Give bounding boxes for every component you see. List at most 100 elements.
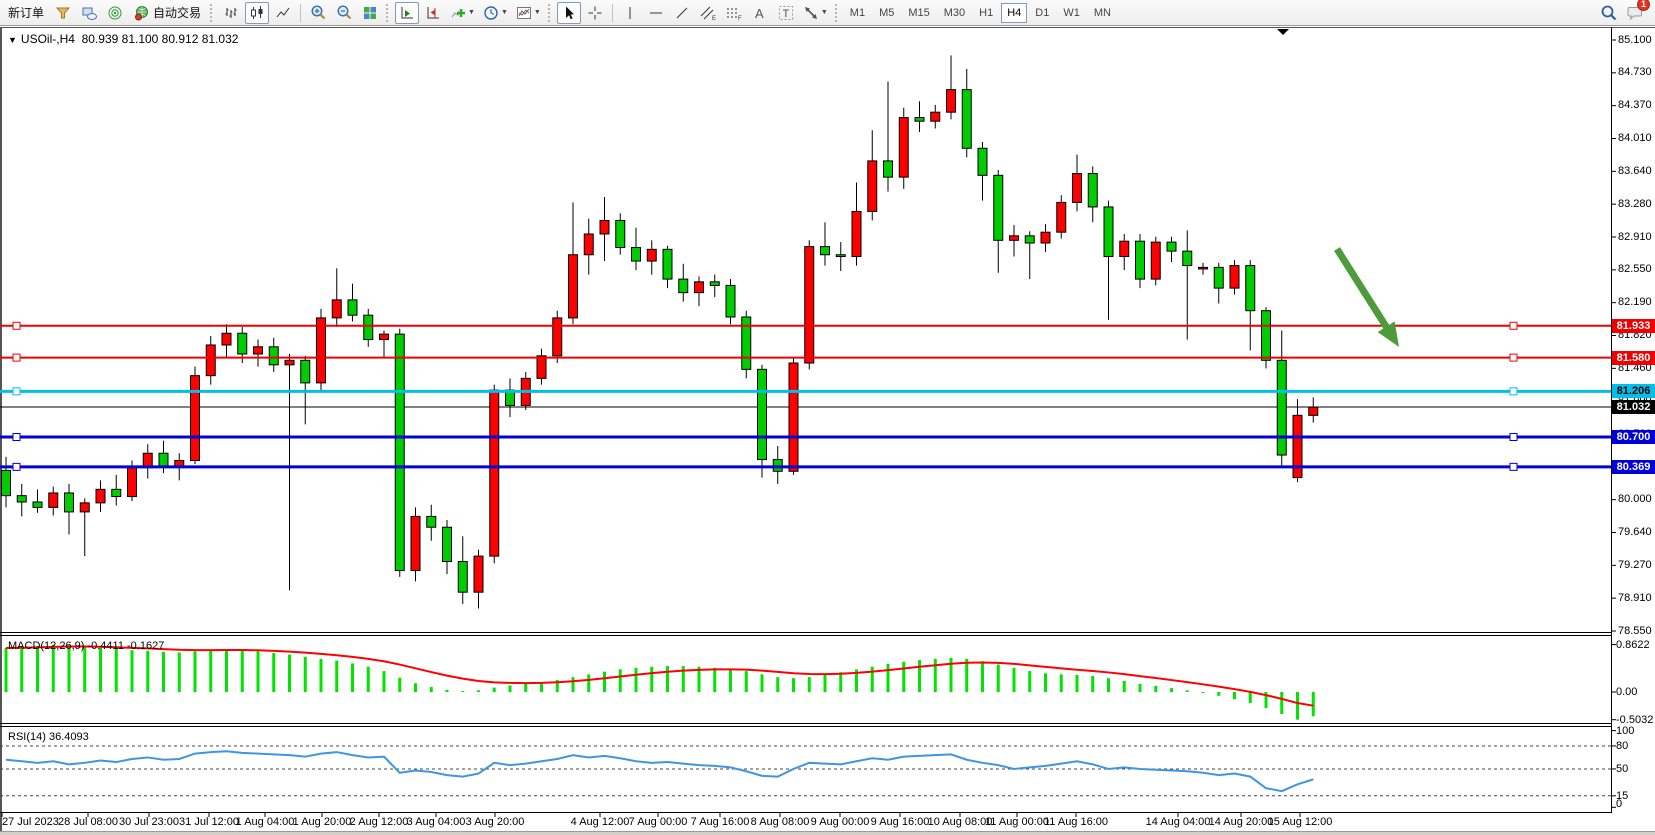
candle-body — [553, 318, 562, 356]
candle-body — [1120, 241, 1129, 256]
candle-body — [285, 360, 294, 365]
candle-body — [301, 360, 310, 383]
funnel-icon — [55, 5, 71, 21]
search-icon — [1600, 4, 1618, 22]
history-center-icon[interactable] — [51, 2, 75, 24]
candle-body — [364, 315, 373, 339]
bar-chart-icon — [223, 5, 239, 21]
timeframe-button-M30[interactable]: M30 — [938, 3, 971, 23]
price-axis-label: 84.730 — [1618, 66, 1652, 78]
candle-body — [931, 112, 940, 121]
candle-body — [222, 333, 231, 345]
period-button[interactable]: ▼ — [480, 2, 511, 24]
bar-chart-button[interactable] — [219, 2, 243, 24]
template-button[interactable]: ▼ — [513, 2, 544, 24]
timeframe-button-M15[interactable]: M15 — [902, 3, 935, 23]
svg-text:F: F — [738, 16, 742, 21]
zoom-out-button[interactable] — [332, 2, 356, 24]
candle-body — [443, 527, 452, 561]
macd-axis-label: 0.00 — [1616, 686, 1637, 698]
notification-badge: 1 — [1637, 0, 1650, 11]
text-label-button[interactable]: T — [774, 2, 798, 24]
price-axis-label: 83.280 — [1618, 198, 1652, 210]
pane-separator[interactable] — [0, 726, 1611, 727]
candle-body — [663, 249, 672, 279]
candle-body — [647, 249, 656, 261]
time-axis-label: 8 Aug 08:00 — [751, 816, 810, 828]
candle-body — [1073, 174, 1082, 203]
toolbar-grip — [386, 4, 391, 22]
candle-body — [978, 148, 987, 175]
timeframe-toolbar: M1M5M15M30H1H4D1W1MN — [843, 3, 1118, 23]
candlestick-chart-button[interactable] — [245, 2, 269, 24]
time-axis-label: 14 Aug 20:00 — [1209, 816, 1274, 828]
notifications-button[interactable]: 1 — [1623, 2, 1647, 24]
caret-down-icon: ▼ — [821, 9, 828, 16]
time-axis-label: 3 Aug 04:00 — [407, 816, 466, 828]
candle-body — [2, 470, 11, 495]
timeframe-button-MN[interactable]: MN — [1088, 3, 1117, 23]
candle-body — [1277, 360, 1286, 455]
candle-body — [1214, 267, 1223, 288]
candle-body — [1167, 242, 1176, 251]
horizontal-line-button[interactable] — [644, 2, 668, 24]
collapse-triangle-icon[interactable]: ▼ — [8, 35, 17, 45]
timeframe-button-W1[interactable]: W1 — [1057, 3, 1086, 23]
price-axis-label: 83.640 — [1618, 165, 1652, 177]
price-axis-label: 80.000 — [1618, 493, 1652, 505]
candle-body — [962, 90, 971, 149]
equidistant-channel-button[interactable]: E — [696, 2, 720, 24]
pane-separator[interactable] — [0, 632, 1611, 633]
text-button[interactable]: A — [748, 2, 772, 24]
vertical-line-button[interactable] — [618, 2, 642, 24]
timeframe-button-M5[interactable]: M5 — [873, 3, 900, 23]
candle-body — [1199, 267, 1208, 269]
chart-canvas[interactable] — [0, 27, 1655, 833]
candle-body — [616, 220, 625, 247]
tile-windows-button[interactable] — [358, 2, 382, 24]
timeframe-button-D1[interactable]: D1 — [1029, 3, 1055, 23]
price-axis-label: 85.100 — [1618, 34, 1652, 46]
trendline-button[interactable] — [670, 2, 694, 24]
fibonacci-icon: F — [725, 5, 743, 21]
arrows-button[interactable]: ▼ — [800, 2, 831, 24]
tile-windows-icon — [362, 5, 378, 21]
line-handle — [1510, 322, 1517, 329]
fibonacci-button[interactable]: F — [722, 2, 746, 24]
crosshair-button[interactable] — [583, 2, 607, 24]
timeframe-button-M1[interactable]: M1 — [844, 3, 871, 23]
arrows-icon — [803, 5, 819, 21]
ohlc-values: 80.939 81.100 80.912 81.032 — [82, 32, 239, 46]
timeframe-button-H1[interactable]: H1 — [973, 3, 999, 23]
chart-shift-button[interactable] — [421, 2, 445, 24]
candle-body — [317, 318, 326, 383]
candle-body — [1151, 242, 1160, 279]
virtual-hosting-icon[interactable] — [77, 2, 101, 24]
time-axis-label: 31 Jul 12:00 — [179, 816, 239, 828]
timeframe-button-H4[interactable]: H4 — [1001, 3, 1027, 23]
text-label-icon: T — [778, 5, 794, 21]
zoom-in-button[interactable] — [306, 2, 330, 24]
pane-separator[interactable] — [0, 723, 1611, 724]
candle-body — [600, 220, 609, 234]
autotrading-button[interactable]: 自动交易 — [129, 2, 206, 24]
candle-body — [537, 356, 546, 379]
candle-body — [789, 363, 798, 471]
rsi-axis-label: 0 — [1616, 798, 1622, 810]
rsi-axis-label: 50 — [1616, 763, 1628, 775]
svg-text:E: E — [712, 16, 716, 21]
line-handle — [1510, 388, 1517, 395]
auto-scroll-button[interactable] — [395, 2, 419, 24]
pane-separator[interactable] — [0, 635, 1611, 636]
line-chart-icon — [275, 5, 291, 21]
time-axis-label: 7 Aug 00:00 — [629, 816, 688, 828]
search-button[interactable] — [1597, 2, 1621, 24]
time-axis-label: 1 Aug 04:00 — [236, 816, 295, 828]
add-indicator-button[interactable]: ▼ — [447, 2, 478, 24]
channel-icon: E — [699, 5, 717, 21]
signals-icon[interactable] — [103, 2, 127, 24]
new-order-button[interactable]: 新订单 — [3, 2, 49, 24]
cursor-button[interactable] — [557, 2, 581, 24]
line-chart-button[interactable] — [271, 2, 295, 24]
chart-shift-icon — [425, 5, 441, 21]
